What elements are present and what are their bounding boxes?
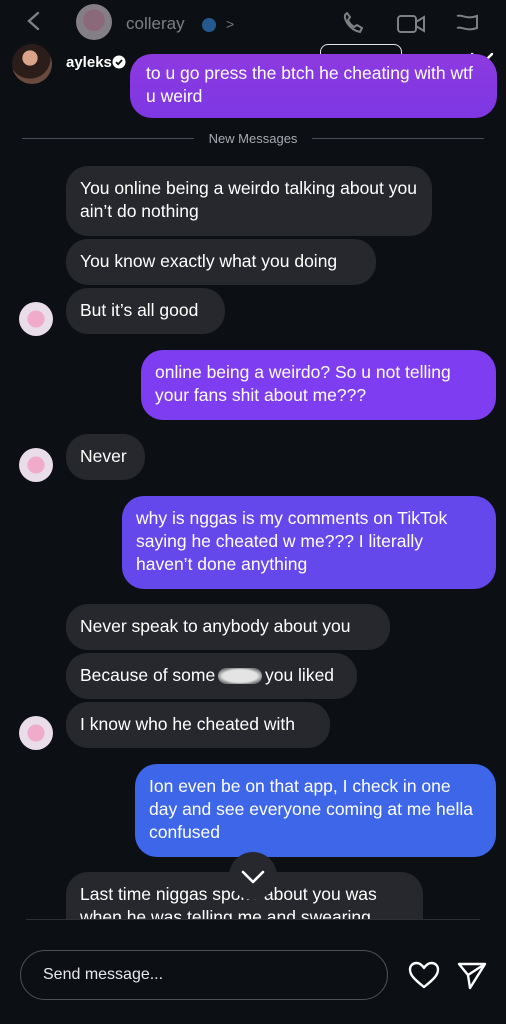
message-bubble-incoming[interactable]: I know who he cheated with [66,702,330,748]
message-bubble-incoming[interactable]: You know exactly what you doing [66,239,376,285]
message-bubble-outgoing[interactable]: Ion even be on that app, I check in one … [135,764,496,857]
message-text: why is nggas is my comments on TikTok sa… [136,508,448,574]
message-text: Never speak to anybody about you [80,616,351,636]
phone-icon[interactable] [340,12,366,36]
contact-name[interactable]: colleray [126,14,185,34]
censor-blur [218,668,263,685]
message-text: You know exactly what you doing [80,251,338,271]
new-messages-divider: New Messages [22,131,484,146]
message-composer [0,920,506,1024]
message-bubble-outgoing[interactable]: online being a weirdo? So u not telling … [141,350,496,420]
message-bubble-outgoing[interactable]: why is nggas is my comments on TikTok sa… [122,496,496,589]
message-bubble-incoming[interactable]: Never [66,434,145,480]
send-message-input[interactable] [20,950,388,1000]
message-bubble-incoming[interactable]: Never speak to anybody about you [66,604,390,650]
scroll-to-bottom-button[interactable] [229,852,277,900]
dm-screen: colleray > ayleks 19h Follow ••• to u go… [0,0,506,1024]
message-text-part: Because of some [80,665,216,685]
message-text: I know who he cheated with [80,714,295,734]
message-text: Never [80,446,127,466]
contact-avatar-small[interactable] [19,716,53,750]
contact-avatar-small[interactable] [19,448,53,482]
verified-badge-icon [202,18,216,32]
back-arrow-icon[interactable] [24,10,46,32]
send-icon[interactable] [456,960,488,990]
message-text-part: you liked [264,665,335,685]
story-username[interactable]: ayleks [66,54,112,71]
flag-icon[interactable] [454,12,480,36]
message-bubble-incoming[interactable]: Because of some you liked [66,653,357,699]
message-text: You online being a weirdo talking about … [80,178,417,221]
divider-label: New Messages [208,131,298,146]
message-bubble-incoming[interactable]: But it’s all good [66,288,225,334]
video-call-icon[interactable] [396,12,426,36]
verified-badge-icon [112,55,126,69]
story-avatar[interactable] [12,44,52,84]
message-text: Ion even be on that app, I check in one … [149,776,473,842]
message-bubble-incoming[interactable]: You online being a weirdo talking about … [66,166,432,236]
contact-avatar-small[interactable] [19,302,53,336]
chevron-right-icon: > [226,16,235,32]
message-text: But it’s all good [80,300,199,320]
heart-icon[interactable] [408,960,440,990]
contact-avatar[interactable] [76,4,112,40]
message-text: online being a weirdo? So u not telling … [155,362,451,405]
message-text: to u go press the btch he cheating with … [146,63,473,106]
chevron-down-icon [241,870,265,884]
message-bubble-outgoing[interactable]: to u go press the btch he cheating with … [130,54,497,118]
